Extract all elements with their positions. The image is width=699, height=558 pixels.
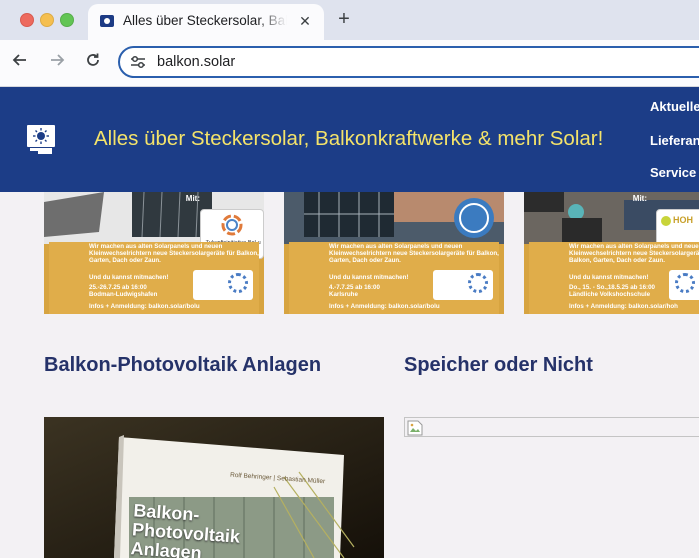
back-arrow-icon[interactable] xyxy=(10,52,30,72)
banner-date-place: Do., 15. - So.,18.5.25 ab 16:00 Ländliche… xyxy=(569,284,655,299)
address-bar[interactable]: balkon.solar xyxy=(118,46,699,78)
banner-date-place: 4.-7.7.25 ab 16:00 Karlsruhe xyxy=(329,284,380,299)
browser-toolbar: balkon.solar xyxy=(0,40,699,87)
site-title[interactable]: Alles über Steckersolar, Balkonkraftwerk… xyxy=(94,127,603,151)
ring-icon xyxy=(228,273,248,293)
banner-place: Bodman-Ludwigshafen xyxy=(89,291,158,299)
banner-intro: Wir machen aus alten Solarpanels und neu… xyxy=(89,243,259,265)
banner-place: Ländliche Volkshochschule xyxy=(569,291,651,299)
banner-date-place: 25.-26.7.25 ab 16:00 Bodman-Ludwigshafen xyxy=(89,284,157,299)
event-banner-karlsruhe[interactable]: Wir machen aus alten Solarpanels und neu… xyxy=(284,192,504,314)
organizer-badge xyxy=(193,270,253,300)
banner-photo xyxy=(284,192,504,244)
new-tab-button[interactable]: + xyxy=(333,8,355,30)
favicon-icon xyxy=(100,15,114,27)
banner-intro: Wir machen aus alten Solarpanels und neu… xyxy=(569,243,699,265)
nav-link-aktuelles[interactable]: Aktuelles xyxy=(650,99,699,114)
url-text: balkon.solar xyxy=(157,54,236,70)
site-logo-icon[interactable] xyxy=(26,123,56,155)
banner-date: 4.-7.7.25 ab 16:00 xyxy=(329,284,380,291)
event-banner-bodman[interactable]: Zukunftsinitiative BoLu Mit: Wir machen … xyxy=(44,192,264,314)
reload-icon[interactable] xyxy=(83,52,103,72)
minimize-window-button[interactable] xyxy=(40,13,54,27)
book-cover-image[interactable]: Rolf Behringer | Sebastian Müller Balkon… xyxy=(44,417,384,558)
event-banner-hoh[interactable]: HOH Mit: Wir machen aus alten Solarpanel… xyxy=(524,192,699,314)
heading-balkon-pv[interactable]: Balkon-Photovoltaik Anlagen xyxy=(44,354,321,377)
leaf-icon xyxy=(661,216,671,226)
broken-image-icon xyxy=(407,420,423,436)
ring-icon xyxy=(468,273,488,293)
organizer-badge xyxy=(433,270,493,300)
banner-body: Wir machen aus alten Solarpanels und neu… xyxy=(49,242,259,314)
book-title: Balkon- Photovoltaik Anlagen xyxy=(130,500,242,558)
mit-label: Mit: xyxy=(632,194,647,203)
mit-label: Mit: xyxy=(185,194,200,203)
tab-title: Alles über Steckersolar, Balkonkraftwerk… xyxy=(123,13,287,28)
banner-cta: Und du kannst mitmachen! xyxy=(89,274,169,281)
banner-date: Do., 15. - So.,18.5.25 ab 16:00 xyxy=(569,284,655,291)
banner-body: Wir machen aus alten Solarpanels und neu… xyxy=(289,242,499,314)
banner-cta: Und du kannst mitmachen! xyxy=(329,274,409,281)
organizer-badge xyxy=(669,270,699,300)
banner-cta: Und du kannst mitmachen! xyxy=(569,274,649,281)
banner-place: Karlsruhe xyxy=(329,291,358,299)
banner-date: 25.-26.7.25 ab 16:00 xyxy=(89,284,147,291)
maximize-window-button[interactable] xyxy=(60,13,74,27)
close-window-button[interactable] xyxy=(20,13,34,27)
forward-arrow-icon[interactable] xyxy=(47,52,67,72)
banner-body: Wir machen aus alten Solarpanels und neu… xyxy=(529,242,699,314)
heading-speicher[interactable]: Speicher oder Nicht xyxy=(404,354,593,377)
banner-info-link: Infos + Anmeldung: balkon.solar/bolu xyxy=(89,303,200,310)
site-settings-icon[interactable] xyxy=(130,55,146,69)
partner-name: HOH xyxy=(673,215,693,225)
ring-icon xyxy=(675,273,695,293)
banner-info-link: Infos + Anmeldung: balkon.solar/bolu xyxy=(329,303,440,310)
banner-info-link: Infos + Anmeldung: balkon.solar/hoh xyxy=(569,303,678,310)
nav-link-lieferant[interactable]: Lieferant xyxy=(650,133,699,148)
close-tab-icon[interactable]: ✕ xyxy=(296,12,314,30)
tab-strip: Alles über Steckersolar, Balkonkraftwerk… xyxy=(0,0,699,40)
browser-tab-active[interactable]: Alles über Steckersolar, Balkonkraftwerk… xyxy=(88,4,324,40)
site-header: Alles über Steckersolar, Balkonkraftwerk… xyxy=(0,87,699,192)
nav-link-service[interactable]: Service & xyxy=(650,165,699,180)
broken-image-placeholder[interactable] xyxy=(404,417,699,437)
banner-intro: Wir machen aus alten Solarpanels und neu… xyxy=(329,243,499,265)
